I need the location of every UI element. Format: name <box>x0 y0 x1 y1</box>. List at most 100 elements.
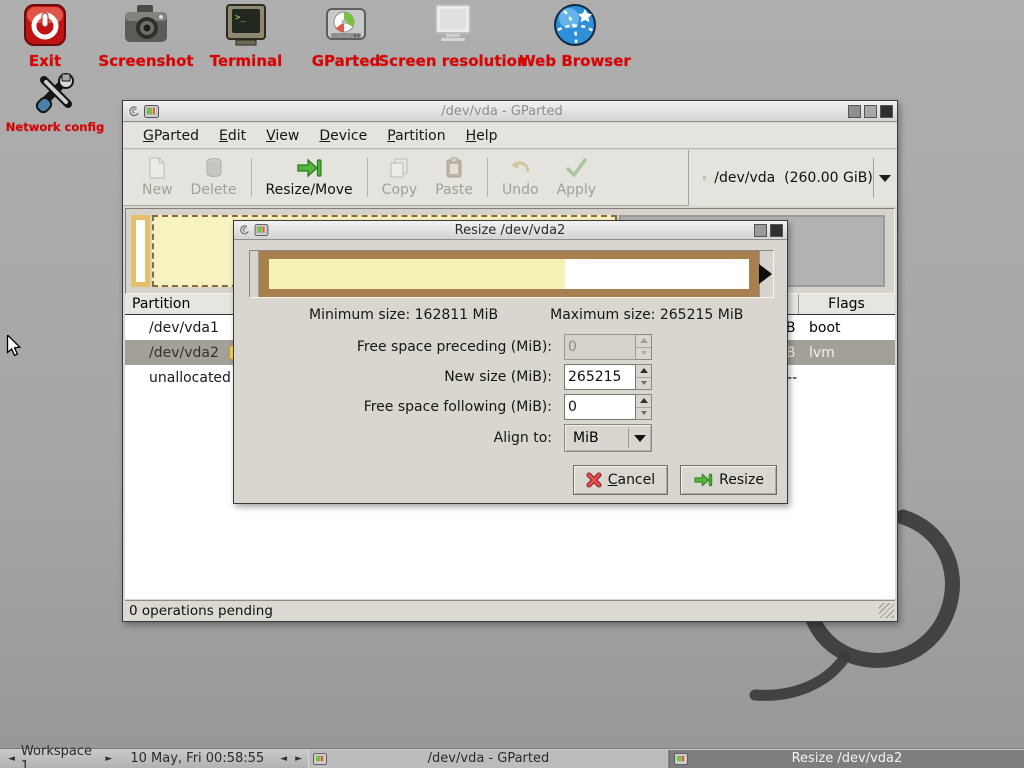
gparted-app-icon <box>674 753 688 765</box>
partition-name: /dev/vda1 <box>125 320 219 336</box>
toolbar-separator <box>367 158 368 197</box>
desktop-icon-label: Web Browser <box>519 52 631 70</box>
column-header-flags[interactable]: Flags <box>798 294 894 314</box>
spin-down-button[interactable] <box>636 377 651 390</box>
tasklist-prev-icon[interactable]: ◄ <box>280 754 287 764</box>
device-selector[interactable]: /dev/vda (260.00 GiB) <box>688 150 897 206</box>
chevron-down-icon <box>629 435 651 442</box>
menu-label: GParted <box>143 128 199 144</box>
free-space-preceding-label: Free space preceding (MiB): <box>234 339 564 355</box>
paste-icon <box>443 157 465 179</box>
monitor-icon <box>430 2 476 48</box>
paste-button[interactable]: Paste <box>426 150 482 205</box>
task-title: Resize /dev/vda2 <box>670 751 1024 766</box>
menu-help[interactable]: Help <box>456 125 508 147</box>
minmax-row: Minimum size: 162811 MiB Maximum size: 2… <box>234 307 787 323</box>
main-window-titlebar[interactable]: /dev/vda - GParted <box>123 101 897 122</box>
partition-box-vda1[interactable] <box>131 215 150 287</box>
spin-up-button[interactable] <box>636 395 651 407</box>
apply-check-icon <box>565 157 587 179</box>
window-menu-swirl-icon[interactable] <box>238 224 250 236</box>
taskbar-clock: 10 May, Fri 00:58:55 <box>120 751 274 766</box>
workspace-prev-icon[interactable]: ◄ <box>8 754 15 764</box>
taskbar: ◄ Workspace 1 ► 10 May, Fri 00:58:55 ◄ ►… <box>0 748 1024 768</box>
minimize-button[interactable] <box>848 105 861 118</box>
terminal-icon: >_ <box>223 2 269 48</box>
maximize-button[interactable] <box>864 105 877 118</box>
menu-view[interactable]: View <box>256 125 309 147</box>
window-resize-grip[interactable] <box>879 603 894 618</box>
dialog-close-button[interactable] <box>770 224 783 237</box>
column-header-partition[interactable]: Partition <box>125 296 190 312</box>
desktop-icon-label: Exit <box>29 52 61 70</box>
globe-icon <box>552 2 598 48</box>
desktop-icon-label: Network config <box>6 120 104 134</box>
free-space-following-spinbox <box>564 394 652 420</box>
resize-arrow-icon <box>693 472 713 488</box>
dialog-button-row: Cancel Resize <box>573 465 777 495</box>
minimum-size-label: Minimum size: 162811 MiB <box>309 307 498 323</box>
align-to-dropdown[interactable]: MiB <box>564 424 652 452</box>
spin-down-button[interactable] <box>636 407 651 420</box>
delete-icon <box>203 157 225 179</box>
tool-label: Delete <box>191 182 237 198</box>
resize-partition-frame <box>259 251 759 297</box>
workspace-next-icon[interactable]: ► <box>105 754 112 764</box>
maximum-size-label: Maximum size: 265215 MiB <box>550 307 743 323</box>
spin-up-button[interactable] <box>636 365 651 377</box>
resize-confirm-button[interactable]: Resize <box>680 465 777 495</box>
apply-button[interactable]: Apply <box>548 150 606 205</box>
resize-left-handle[interactable] <box>250 251 259 297</box>
toolbar-separator <box>251 158 252 197</box>
tasklist-next-icon[interactable]: ► <box>295 754 302 764</box>
partition-name: /dev/vda2 <box>125 345 219 361</box>
free-space-following-input[interactable] <box>564 394 636 420</box>
dialog-titlebar[interactable]: Resize /dev/vda2 <box>234 221 787 240</box>
gparted-app-icon <box>254 224 269 236</box>
undo-icon <box>509 157 531 179</box>
desktop-icon-terminal[interactable]: >_ Terminal <box>196 2 296 70</box>
menu-label: Device <box>319 128 367 144</box>
resize-label: Resize <box>719 472 764 488</box>
flags-value: lvm <box>809 345 835 361</box>
new-size-label: New size (MiB): <box>234 369 564 385</box>
taskbar-item-gparted[interactable]: /dev/vda - GParted <box>308 750 669 768</box>
resize-right-handle[interactable] <box>759 251 773 297</box>
new-size-input[interactable] <box>564 364 636 390</box>
svg-text:>_: >_ <box>235 13 246 23</box>
cancel-x-icon <box>586 472 602 488</box>
dialog-maximize-button[interactable] <box>754 224 767 237</box>
close-button[interactable] <box>880 105 893 118</box>
chevron-down-icon <box>879 175 891 182</box>
desktop-icon-screenshot[interactable]: Screenshot <box>86 2 206 70</box>
delete-partition-button[interactable]: Delete <box>182 150 246 205</box>
window-menu-swirl-icon[interactable] <box>127 105 140 118</box>
menu-gparted[interactable]: GParted <box>133 125 209 147</box>
workspace-label[interactable]: Workspace 1 <box>21 744 100 768</box>
new-size-spinbox <box>564 364 652 390</box>
desktop-icon-screen-resolution[interactable]: Screen resolution <box>383 2 523 70</box>
menu-edit[interactable]: Edit <box>209 125 256 147</box>
align-to-row: Align to: MiB <box>234 424 652 452</box>
tool-label: Resize/Move <box>266 182 353 198</box>
tasklist-scroll: ◄ ► <box>274 754 308 764</box>
power-icon <box>22 2 68 48</box>
new-size-row: New size (MiB): <box>234 363 652 391</box>
new-document-icon <box>146 157 168 179</box>
align-to-label: Align to: <box>234 430 564 446</box>
flags-value: boot <box>809 320 841 336</box>
align-to-value: MiB <box>565 430 628 446</box>
desktop-icon-exit[interactable]: Exit <box>5 2 85 70</box>
resize-arrow-icon[interactable] <box>759 264 772 284</box>
copy-button[interactable]: Copy <box>373 150 427 205</box>
new-partition-button[interactable]: New <box>133 150 182 205</box>
undo-button[interactable]: Undo <box>493 150 548 205</box>
resize-move-button[interactable]: Resize/Move <box>257 150 362 205</box>
desktop-icon-network-config[interactable]: Network config <box>0 70 110 134</box>
taskbar-item-resize-dialog[interactable]: Resize /dev/vda2 <box>669 750 1024 768</box>
cancel-button[interactable]: Cancel <box>573 465 668 495</box>
menu-partition[interactable]: Partition <box>377 125 455 147</box>
desktop-icon-web-browser[interactable]: Web Browser <box>508 2 642 70</box>
tool-label: Copy <box>382 182 418 198</box>
menu-device[interactable]: Device <box>309 125 377 147</box>
